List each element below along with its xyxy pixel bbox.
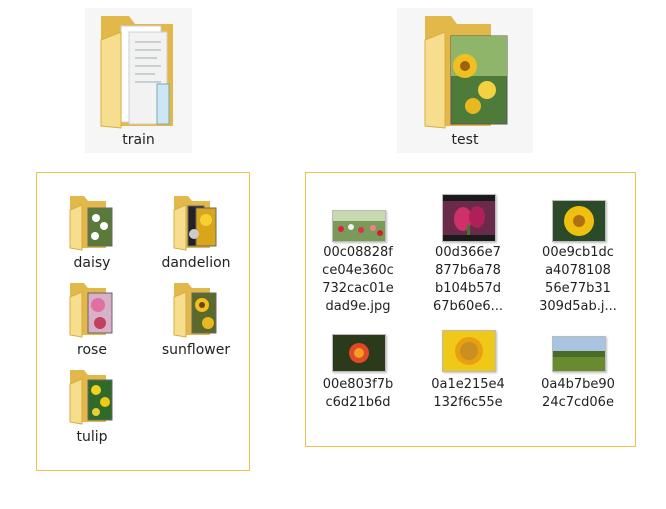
folder-tulip[interactable]: tulip xyxy=(62,366,122,448)
rose-thumbnail xyxy=(332,334,386,372)
image-file[interactable]: 0a1e215e4 132f6c55e xyxy=(418,330,518,420)
folder-sunflower[interactable]: sunflower xyxy=(156,279,236,361)
rose-folder-icon xyxy=(69,283,113,338)
daisy-folder-icon xyxy=(69,196,113,251)
folder-rose-label: rose xyxy=(77,342,107,358)
file-name: 00c08828f ce04e360c 732cac01e dad9e.jpg xyxy=(322,245,394,314)
documents-folder-icon xyxy=(95,10,181,130)
field-thumbnail xyxy=(552,336,606,372)
file-name: 0a1e215e4 132f6c55e xyxy=(431,377,505,410)
image-file[interactable]: 00d366e7 877b6a78 b104b57d 67b60e6... xyxy=(418,190,518,328)
folder-tulip-label: tulip xyxy=(76,429,108,445)
folder-sunflower-label: sunflower xyxy=(161,342,231,358)
folder-dandelion-label: dandelion xyxy=(161,255,231,271)
folder-rose[interactable]: rose xyxy=(62,279,122,361)
file-name: 00e9cb1dc a4078108 56e77b31 309d5ab.j... xyxy=(539,245,617,314)
train-folder-label: train xyxy=(122,132,155,148)
test-folder[interactable]: test xyxy=(397,8,533,153)
test-folder-label: test xyxy=(451,132,479,148)
yellow-flower-thumbnail xyxy=(552,200,606,242)
file-name: 0a4b7be90 24c7cd06e xyxy=(541,377,615,410)
folder-dandelion[interactable]: dandelion xyxy=(156,192,236,274)
train-folder[interactable]: train xyxy=(85,8,192,153)
tulip-field-thumbnail xyxy=(332,210,386,242)
image-file[interactable]: 00e803f7b c6d21b6d xyxy=(308,330,408,420)
image-file[interactable]: 00e9cb1dc a4078108 56e77b31 309d5ab.j... xyxy=(528,190,628,328)
image-file[interactable]: 00c08828f ce04e360c 732cac01e dad9e.jpg xyxy=(308,198,408,328)
tulip-thumbnail xyxy=(442,194,496,242)
sunflower-thumbnail xyxy=(442,330,496,372)
dandelion-folder-icon xyxy=(173,196,217,251)
image-folder-icon xyxy=(421,10,511,130)
folder-daisy[interactable]: daisy xyxy=(62,192,122,274)
folder-daisy-label: daisy xyxy=(73,255,111,271)
sunflower-folder-icon xyxy=(173,283,217,338)
tulip-folder-icon xyxy=(69,370,113,425)
file-name: 00e803f7b c6d21b6d xyxy=(322,377,394,410)
image-file[interactable]: 0a4b7be90 24c7cd06e xyxy=(528,330,628,420)
file-name: 00d366e7 877b6a78 b104b57d 67b60e6... xyxy=(432,245,503,314)
